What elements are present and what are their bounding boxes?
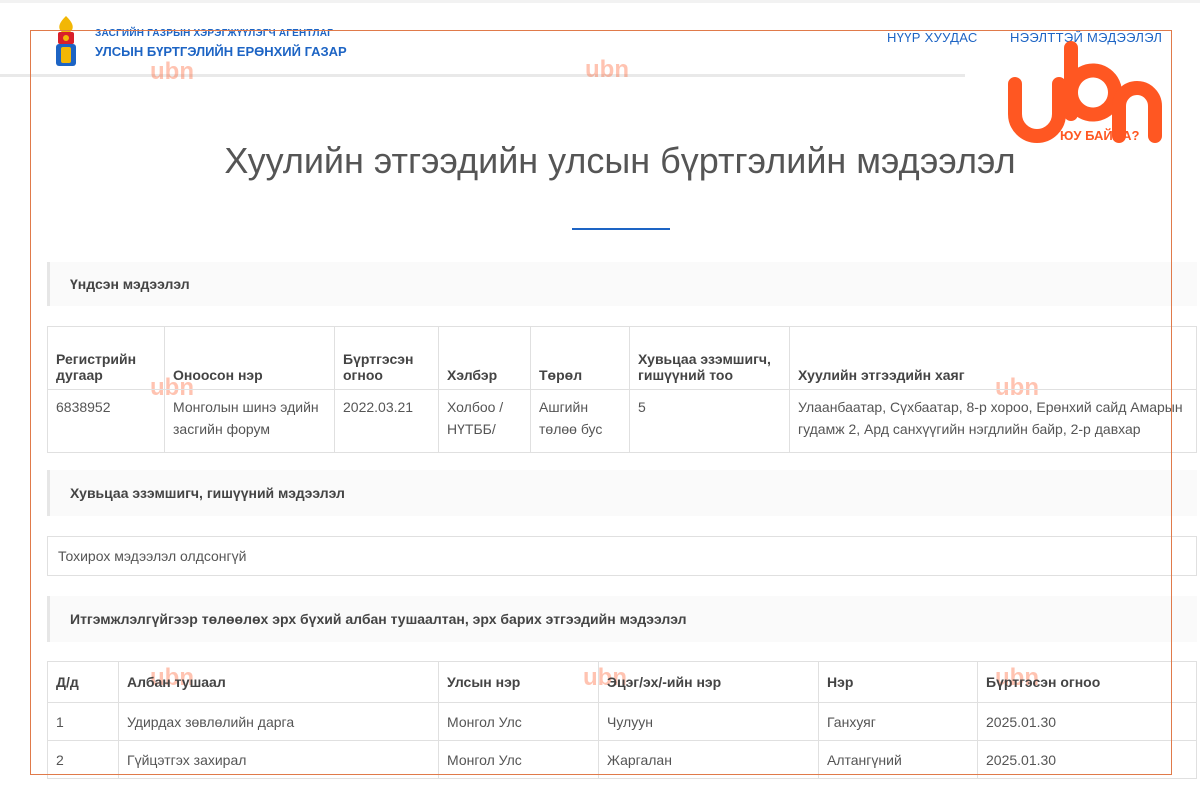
cell-father-name: Жаргалан [598, 740, 819, 779]
cell-registered-date: 2025.01.30 [977, 702, 1197, 741]
cell-registered-date: 2025.01.30 [977, 740, 1197, 779]
col-index: Д/д [47, 661, 119, 703]
cell-position: Удирдах зөвлөлийн дарга [118, 702, 439, 741]
col-father-name: Эцэг/эх/-ийн нэр [598, 661, 819, 703]
cell-country: Монгол Улс [438, 740, 599, 779]
cell-given-name: Алтангүний [818, 740, 978, 779]
section-shareholders: Хувьцаа эзэмшигч, гишүүний мэдээлэл [47, 470, 1197, 516]
agency-name: ЗАСГИЙН ГАЗРЫН ХЭРЭГЖҮҮЛЭГЧ АГЕНТЛАГ [95, 28, 333, 39]
cell-form: Холбоо / НҮТББ/ [438, 389, 531, 453]
nav-home-link[interactable]: НҮҮР ХУУДАС [887, 30, 978, 45]
col-registered-date: Бүртгэсэн огноо [977, 661, 1197, 703]
shareholders-empty-message: Тохирох мэдээлэл олдсонгүй [47, 536, 1197, 576]
cell-position: Гүйцэтгэх захирал [118, 740, 439, 779]
section-officials: Итгэмжлэлгүйгээр төлөөлөх эрх бүхий алба… [47, 596, 1197, 642]
col-registered-date: Бүртгэсэн огноо [334, 326, 439, 390]
soyombo-emblem-icon[interactable] [50, 14, 82, 70]
col-form: Хэлбэр [438, 326, 531, 390]
cell-member-count: 5 [629, 389, 790, 453]
col-member-count: Хувьцаа эзэмшигч, гишүүний тоо [629, 326, 790, 390]
cell-given-name: Ганхуяг [818, 702, 978, 741]
col-address: Хуулийн этгээдийн хаяг [789, 326, 1197, 390]
table-row: 2 Гүйцэтгэх захирал Монгол Улс Жаргалан … [47, 740, 1197, 779]
table-header-row: Д/д Албан тушаал Улсын нэр Эцэг/эх/-ийн … [47, 661, 1197, 703]
officials-table: Д/д Албан тушаал Улсын нэр Эцэг/эх/-ийн … [47, 661, 1197, 779]
col-position: Албан тушаал [118, 661, 439, 703]
department-name: УЛСЫН БҮРТГЭЛИЙН ЕРӨНХИЙ ГАЗАР [95, 44, 347, 59]
cell-type: Ашгийн төлөө бус [530, 389, 630, 453]
table-header-row: Регистрийн дугаар Оноосон нэр Бүртгэсэн … [47, 326, 1197, 390]
cell-registered-date: 2022.03.21 [334, 389, 439, 453]
col-name: Оноосон нэр [164, 326, 335, 390]
cell-index: 1 [47, 702, 119, 741]
col-type: Төрөл [530, 326, 630, 390]
header-divider [0, 74, 965, 77]
cell-index: 2 [47, 740, 119, 779]
col-given-name: Нэр [818, 661, 978, 703]
title-underline [572, 228, 670, 230]
cell-name: Монголын шинэ эдийн засгийн форум [164, 389, 335, 453]
section-basic-info: Үндсэн мэдээлэл [47, 262, 1197, 306]
cell-father-name: Чулуун [598, 702, 819, 741]
table-row: 6838952 Монголын шинэ эдийн засгийн фору… [47, 389, 1197, 453]
cell-registry-number: 6838952 [47, 389, 165, 453]
table-row: 1 Удирдах зөвлөлийн дарга Монгол Улс Чул… [47, 702, 1197, 741]
cell-address: Улаанбаатар, Сүхбаатар, 8-р хороо, Ерөнх… [789, 389, 1197, 453]
cell-country: Монгол Улс [438, 702, 599, 741]
basic-info-table: Регистрийн дугаар Оноосон нэр Бүртгэсэн … [47, 326, 1197, 453]
col-registry-number: Регистрийн дугаар [47, 326, 165, 390]
col-country: Улсын нэр [438, 661, 599, 703]
page-title: Хуулийн этгээдийн улсын бүртгэлийн мэдээ… [224, 140, 1016, 181]
